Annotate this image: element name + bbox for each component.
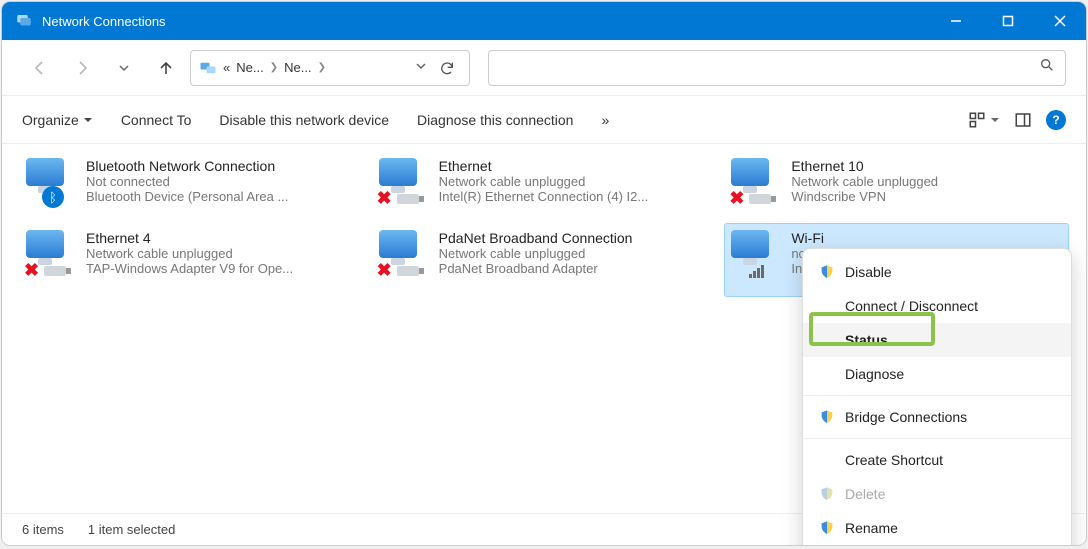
crumb-seg2: Ne... [284,60,311,75]
wifi-icon [749,265,764,278]
organize-menu[interactable]: Organize [22,112,93,128]
shield-icon [819,520,835,536]
connection-device: PdaNet Broadband Adapter [439,261,633,276]
nic-icon [397,266,417,280]
nic-icon [44,266,64,280]
forward-button[interactable] [64,50,100,86]
connection-bluetooth[interactable]: ᛒ Bluetooth Network Connection Not conne… [20,152,363,224]
connection-device: TAP-Windows Adapter V9 for Ope... [86,261,293,276]
connection-status: Network cable unplugged [86,246,293,261]
connection-name: Bluetooth Network Connection [86,158,288,174]
context-menu: Disable Connect / Disconnect Status Diag… [802,248,1072,545]
error-x-icon: ✖ [24,260,42,278]
nic-icon [397,194,417,208]
window: Network Connections « Ne... ❯ Ne... ❯ [2,2,1086,545]
recent-dropdown[interactable] [106,50,142,86]
connection-name: PdaNet Broadband Connection [439,230,633,246]
chevron-down-icon[interactable] [415,60,427,75]
command-bar: Organize Connect To Disable this network… [2,96,1086,144]
connection-name: Ethernet 4 [86,230,293,246]
breadcrumb[interactable]: « Ne... ❯ Ne... ❯ [190,50,470,86]
chevron-right-icon: ❯ [318,62,326,73]
search-input[interactable] [488,50,1066,86]
view-layout-button[interactable] [968,111,1000,129]
shield-icon [819,409,835,425]
diagnose-button[interactable]: Diagnose this connection [417,112,573,128]
error-x-icon: ✖ [377,260,395,278]
connect-to-button[interactable]: Connect To [121,112,192,128]
refresh-button[interactable] [433,50,461,86]
connection-ethernet10[interactable]: ✖ Ethernet 10 Network cable unplugged Wi… [725,152,1068,224]
app-icon [14,11,34,31]
connection-status: Not connected [86,174,288,189]
menu-disable[interactable]: Disable [803,255,1071,289]
error-x-icon: ✖ [377,188,395,206]
item-count: 6 items [22,522,64,537]
titlebar: Network Connections [2,2,1086,40]
menu-bridge[interactable]: Bridge Connections [803,400,1071,434]
connection-device: Intel(R) Ethernet Connection (4) I2... [439,189,649,204]
menu-rename[interactable]: Rename [803,511,1071,545]
shield-icon [819,264,835,280]
bluetooth-icon: ᛒ [42,186,64,208]
navbar: « Ne... ❯ Ne... ❯ [2,40,1086,96]
menu-create-shortcut[interactable]: Create Shortcut [803,443,1071,477]
menu-status[interactable]: Status [803,323,1071,357]
crumb-seg1: Ne... [236,60,263,75]
back-button[interactable] [22,50,58,86]
menu-connect-disconnect[interactable]: Connect / Disconnect [803,289,1071,323]
connection-status: Network cable unplugged [439,246,633,261]
connection-name: Ethernet 10 [791,158,938,174]
crumb-prefix: « [223,60,230,75]
menu-separator [803,395,1071,396]
close-button[interactable] [1034,2,1086,40]
connection-status: Network cable unplugged [791,174,938,189]
shield-icon [819,486,835,502]
search-icon [1039,57,1055,78]
error-x-icon: ✖ [729,188,747,206]
up-button[interactable] [148,50,184,86]
connection-status: Network cable unplugged [439,174,649,189]
overflow-button[interactable]: » [601,112,609,128]
connection-name: Ethernet [439,158,649,174]
preview-pane-button[interactable] [1014,111,1032,129]
connection-name: Wi-Fi [791,230,854,246]
help-button[interactable]: ? [1046,110,1066,130]
connection-device: Bluetooth Device (Personal Area ... [86,189,288,204]
menu-separator [803,438,1071,439]
connection-pdanet[interactable]: ✖ PdaNet Broadband Connection Network ca… [373,224,716,296]
selection-count: 1 item selected [88,522,175,537]
menu-delete: Delete [803,477,1071,511]
chevron-right-icon: ❯ [270,62,278,73]
nic-icon [749,194,769,208]
disable-device-button[interactable]: Disable this network device [219,112,389,128]
minimize-button[interactable] [930,2,982,40]
network-icon [199,59,217,77]
maximize-button[interactable] [982,2,1034,40]
menu-diagnose[interactable]: Diagnose [803,357,1071,391]
connection-ethernet4[interactable]: ✖ Ethernet 4 Network cable unplugged TAP… [20,224,363,296]
connection-ethernet[interactable]: ✖ Ethernet Network cable unplugged Intel… [373,152,716,224]
connection-device: Windscribe VPN [791,189,938,204]
window-title: Network Connections [42,14,930,29]
